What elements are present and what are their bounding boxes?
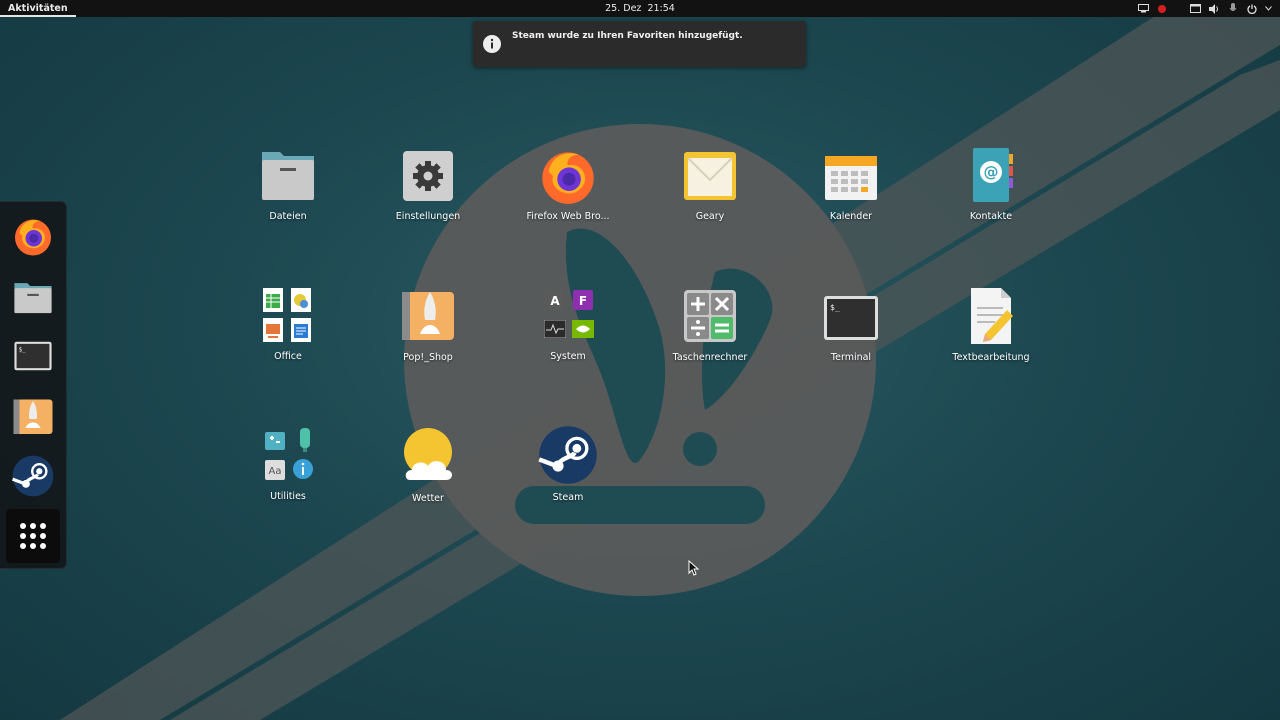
app-label: Office <box>274 351 302 362</box>
volume-icon[interactable] <box>1207 2 1221 16</box>
dock-item-popshop[interactable] <box>9 392 57 440</box>
recording-icon[interactable] <box>1155 2 1169 16</box>
top-bar: Aktivitäten 25. Dez 21:54 <box>0 0 1280 17</box>
window-icon[interactable] <box>1188 2 1202 16</box>
office-folder-icon <box>260 288 316 344</box>
app-label: Geary <box>695 211 725 222</box>
gear-icon <box>403 151 453 201</box>
dock-item-steam[interactable] <box>9 452 57 500</box>
app-label: System <box>550 351 586 362</box>
app-label: Taschenrechner <box>672 352 748 363</box>
app-label: Steam <box>552 492 584 503</box>
popshop-icon <box>13 399 53 434</box>
info-icon <box>483 35 501 53</box>
firefox-icon <box>542 152 594 204</box>
app-label: Terminal <box>830 352 872 363</box>
mail-icon <box>684 152 736 200</box>
calculator-icon <box>684 290 736 342</box>
desktop-wallpaper <box>60 0 1280 720</box>
app-label: Einstellungen <box>395 211 461 222</box>
system-folder-icon: A F <box>540 288 596 344</box>
svg-text:$_: $_ <box>830 303 840 312</box>
contacts-icon: @ <box>973 148 1013 202</box>
app-label: Firefox Web Bro... <box>526 211 610 222</box>
utilities-folder-icon: Aa <box>260 428 316 484</box>
screen-icon[interactable] <box>1136 2 1150 16</box>
clock-time[interactable]: 21:54 <box>647 3 674 14</box>
svg-text:@: @ <box>984 163 999 181</box>
calendar-icon <box>825 156 877 200</box>
notification-banner[interactable]: Steam wurde zu Ihren Favoriten hinzugefü… <box>473 21 806 67</box>
mouse-cursor <box>688 560 700 576</box>
firefox-icon <box>15 219 51 256</box>
svg-text:A: A <box>550 294 560 308</box>
folder-icon <box>14 283 52 314</box>
svg-text:F: F <box>579 294 587 308</box>
app-label: Wetter <box>412 493 444 504</box>
steam-icon <box>538 426 597 484</box>
power-icon[interactable] <box>1245 2 1259 16</box>
app-label: Pop!_Shop <box>403 352 453 363</box>
clock-date[interactable]: 25. Dez <box>605 3 641 14</box>
app-label: Kontakte <box>969 211 1013 222</box>
terminal-icon: $_ <box>824 296 878 340</box>
popshop-icon <box>402 292 454 340</box>
text-editor-icon <box>971 288 1013 344</box>
microphone-icon[interactable] <box>1226 2 1240 16</box>
notification-message: Steam wurde zu Ihren Favoriten hinzugefü… <box>512 31 743 41</box>
svg-text:$_: $_ <box>19 348 26 354</box>
steam-icon <box>12 455 54 497</box>
app-label: Kalender <box>829 211 873 222</box>
app-label: Dateien <box>269 211 307 222</box>
dock-item-files[interactable] <box>9 272 57 320</box>
terminal-icon: $_ <box>14 341 52 371</box>
clock: 25. Dez 21:54 <box>0 0 1280 17</box>
dock: $_ <box>0 201 67 569</box>
dock-item-firefox[interactable] <box>9 212 57 260</box>
show-applications-button[interactable] <box>6 509 60 563</box>
svg-text:Aa: Aa <box>269 466 282 477</box>
folder-icon <box>262 152 314 200</box>
app-label: Textbearbeitung <box>952 352 1030 363</box>
dock-item-terminal[interactable]: $_ <box>9 332 57 380</box>
weather-icon <box>404 428 452 480</box>
chevron-down-icon[interactable] <box>1264 2 1272 16</box>
activities-button[interactable]: Aktivitäten <box>0 0 76 17</box>
system-tray <box>1131 0 1272 17</box>
app-label: Utilities <box>270 491 306 502</box>
